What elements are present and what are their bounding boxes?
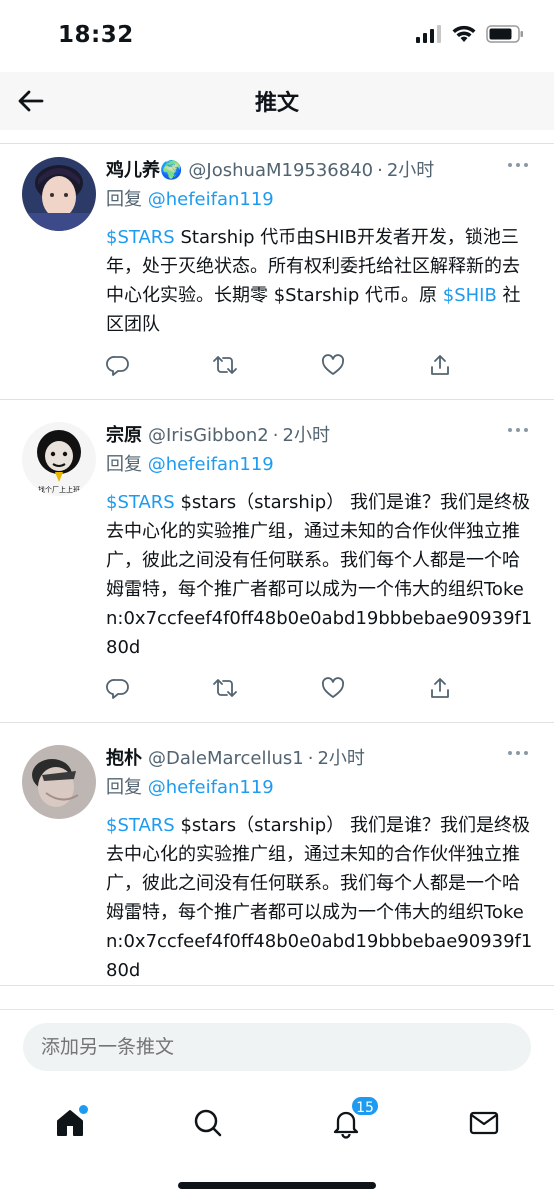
cashtag-link[interactable]: $STARS: [106, 227, 175, 248]
handle[interactable]: @IrisGibbon2: [148, 422, 269, 450]
tweet-item[interactable]: 抱朴 @DaleMarcellus1 · 2小时 回复 @hefeifan119…: [0, 733, 554, 986]
reply-button[interactable]: [104, 351, 132, 379]
home-new-dot: [79, 1105, 88, 1114]
display-name[interactable]: 宗原: [106, 422, 142, 450]
retweet-button[interactable]: [211, 351, 239, 379]
cashtag-link[interactable]: $STARS: [106, 492, 175, 513]
cashtag-link[interactable]: $STARS: [106, 815, 175, 836]
cashtag-link[interactable]: $SHIB: [443, 285, 497, 306]
retweet-icon: [213, 356, 238, 374]
retweet-button[interactable]: [211, 674, 239, 702]
like-button[interactable]: [319, 351, 347, 379]
tweet-feed[interactable]: 鸡儿养🌍 @JoshuaM19536840 · 2小时 回复 @hefeifan…: [0, 145, 554, 1009]
mention-link[interactable]: @hefeifan119: [148, 454, 274, 475]
tab-notifications[interactable]: 15: [322, 1095, 380, 1147]
more-options-button[interactable]: [508, 428, 528, 432]
reply-context: 回复 @hefeifan119: [106, 189, 274, 210]
avatar-caption: 找个厂上上班: [38, 485, 80, 494]
avatar[interactable]: [22, 745, 96, 819]
timestamp: 2小时: [317, 748, 365, 769]
share-icon: [431, 678, 449, 698]
battery-icon: [486, 25, 523, 43]
more-options-button[interactable]: [508, 163, 528, 167]
signal-icon: [416, 25, 441, 43]
tweet-header: 抱朴 @DaleMarcellus1 · 2小时: [106, 745, 536, 773]
reply-context: 回复 @hefeifan119: [106, 454, 274, 475]
share-button[interactable]: [426, 351, 454, 379]
notifications-badge: 15: [350, 1095, 380, 1117]
status-time: 18:32: [58, 22, 134, 48]
compose-bar: [0, 1009, 554, 1089]
share-button[interactable]: [426, 674, 454, 702]
tweet-header: 宗原 @IrisGibbon2 · 2小时: [106, 422, 536, 450]
search-icon: [194, 1109, 222, 1137]
mention-link[interactable]: @hefeifan119: [148, 189, 274, 210]
avatar[interactable]: 找个厂上上班: [22, 422, 96, 496]
reply-button[interactable]: [104, 674, 132, 702]
tweet-actions: [104, 662, 454, 722]
page-title: 推文: [254, 91, 299, 116]
tab-bar: 15: [0, 1089, 554, 1200]
tweet-text: $STARS Starship 代币由SHIB开发者开发，锁池三年，处于灭绝状态…: [106, 227, 521, 335]
more-options-button[interactable]: [508, 751, 528, 755]
display-name[interactable]: 抱朴: [106, 745, 142, 773]
tweet-item[interactable]: 找个厂上上班 宗原 @IrisGibbon2 · 2小时 回复 @hefeifa…: [0, 410, 554, 723]
like-icon: [321, 354, 344, 375]
status-icons: [416, 25, 524, 43]
handle[interactable]: @JoshuaM19536840: [188, 157, 373, 185]
tweet-header: 鸡儿养🌍 @JoshuaM19536840 · 2小时: [106, 157, 536, 185]
mention-link[interactable]: @hefeifan119: [148, 777, 274, 798]
share-icon: [431, 355, 449, 375]
avatar[interactable]: [22, 157, 96, 231]
divider: [0, 130, 554, 144]
tab-home[interactable]: [46, 1099, 94, 1147]
home-indicator: [178, 1182, 376, 1189]
tweet-item[interactable]: 鸡儿养🌍 @JoshuaM19536840 · 2小时 回复 @hefeifan…: [0, 145, 554, 400]
tab-messages[interactable]: [460, 1099, 508, 1147]
status-bar: 18:32: [0, 0, 554, 72]
handle[interactable]: @DaleMarcellus1: [148, 745, 304, 773]
reply-icon: [106, 356, 129, 376]
reply-icon: [106, 679, 129, 699]
tab-search[interactable]: [184, 1099, 232, 1147]
nav-bar: 推文: [0, 72, 554, 130]
add-tweet-input[interactable]: [23, 1023, 531, 1071]
display-name[interactable]: 鸡儿养🌍: [106, 157, 182, 185]
timestamp: 2小时: [386, 160, 435, 181]
like-button[interactable]: [319, 674, 347, 702]
name-emoji: 🌍: [160, 160, 183, 181]
mail-icon: [469, 1111, 499, 1135]
like-icon: [321, 677, 344, 698]
timestamp: 2小时: [282, 425, 330, 446]
tweet-actions: [104, 339, 454, 399]
reply-context: 回复 @hefeifan119: [106, 777, 274, 798]
retweet-icon: [213, 679, 238, 697]
tweet-text: $STARS $stars（starship） 我们是谁？我们是终极去中心化的实…: [106, 492, 533, 658]
tweet-text: $STARS $stars（starship） 我们是谁？我们是终极去中心化的实…: [106, 815, 533, 981]
wifi-icon: [452, 25, 476, 42]
